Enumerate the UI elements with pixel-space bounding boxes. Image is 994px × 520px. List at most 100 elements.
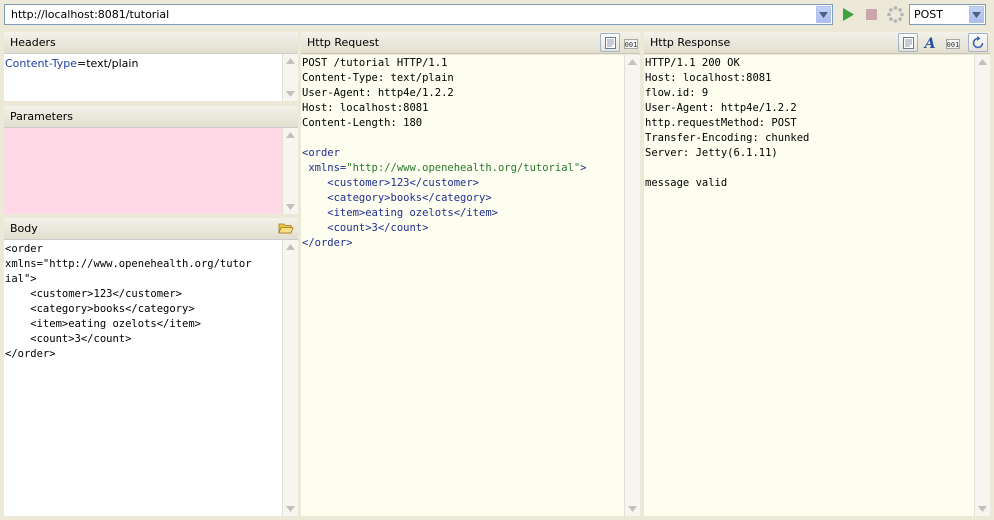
response-line: User-Agent: http4e/1.2.2 xyxy=(645,102,797,114)
headers-editor[interactable]: Content-Type=text/plain xyxy=(4,53,298,101)
xml-line: <customer>123</customer> xyxy=(302,177,480,189)
headers-panel-header: Headers xyxy=(4,32,298,54)
xml-line: <category>books</category> xyxy=(302,192,492,204)
url-combo[interactable]: http://localhost:8081/tutorial xyxy=(4,4,833,25)
xml-line: <order xyxy=(302,147,340,159)
stop-icon xyxy=(865,8,877,20)
document-icon xyxy=(604,36,616,49)
scroll-down-arrow[interactable] xyxy=(285,89,296,99)
response-panel-header: Http Response A 001 xyxy=(644,32,990,54)
body-title: Body xyxy=(10,222,38,235)
request-panel-header: Http Request 001 xyxy=(301,32,640,54)
request-raw-view-button[interactable] xyxy=(600,33,620,52)
request-hex-view-button[interactable]: 001 xyxy=(624,37,638,49)
response-font-button[interactable]: A xyxy=(922,35,938,52)
header-separator: = xyxy=(76,57,87,70)
xml-line: <item>eating ozelots</item> xyxy=(302,207,498,219)
response-text: HTTP/1.1 200 OK Host: localhost:8081 flow.… xyxy=(645,56,809,191)
response-raw-view-button[interactable] xyxy=(898,33,918,52)
body-text: <order xmlns="http://www.openehealth.org/… xyxy=(5,242,252,362)
response-title: Http Response xyxy=(650,36,731,49)
scroll-up-arrow[interactable] xyxy=(285,130,296,140)
request-headers: POST /tutorial HTTP/1.1 Content-Type: tex… xyxy=(302,56,587,131)
url-input[interactable]: http://localhost:8081/tutorial xyxy=(11,8,169,21)
method-value: POST xyxy=(914,8,943,21)
chevron-up-icon xyxy=(628,59,637,65)
body-line: ial"> xyxy=(5,273,37,285)
scroll-down-arrow[interactable] xyxy=(977,504,988,514)
dropdown-arrow-icon xyxy=(819,11,828,18)
body-line: <count>3</count> xyxy=(5,333,132,345)
headers-title: Headers xyxy=(10,36,56,49)
body-editor[interactable]: <order xmlns="http://www.openehealth.org/… xyxy=(4,239,298,516)
busy-icon xyxy=(886,5,904,23)
method-dropdown-button[interactable] xyxy=(969,6,984,23)
response-line: HTTP/1.1 200 OK xyxy=(645,57,740,69)
chevron-down-icon xyxy=(286,91,295,97)
svg-text:001: 001 xyxy=(625,41,638,49)
request-header-line: User-Agent: http4e/1.2.2 xyxy=(302,87,454,99)
body-line: <category>books</category> xyxy=(5,303,195,315)
request-scrollbar[interactable] xyxy=(624,55,640,516)
request-viewer[interactable]: POST /tutorial HTTP/1.1 Content-Type: tex… xyxy=(301,55,640,516)
scroll-down-arrow[interactable] xyxy=(285,504,296,514)
chevron-up-icon xyxy=(286,58,295,64)
response-line: message valid xyxy=(645,177,728,189)
header-key: Content-Type xyxy=(5,57,77,70)
xml-line: <count>3</count> xyxy=(302,222,429,234)
header-entry: Content-Type=text/plain xyxy=(5,56,138,71)
response-line: Transfer-Encoding: chunked xyxy=(645,132,810,144)
xml-children: <customer>123</customer> <category>books… xyxy=(302,176,587,236)
response-line: flow.id: 9 xyxy=(645,87,709,99)
refresh-icon xyxy=(972,35,984,48)
scroll-down-arrow[interactable] xyxy=(627,504,638,514)
url-dropdown-button[interactable] xyxy=(816,6,831,23)
chevron-down-icon xyxy=(978,506,987,512)
scroll-up-arrow[interactable] xyxy=(285,242,296,252)
response-line: http.requestMethod: POST xyxy=(645,117,797,129)
body-line: <order xyxy=(5,243,43,255)
chevron-down-icon xyxy=(286,204,295,210)
run-button[interactable] xyxy=(840,6,856,22)
request-text: POST /tutorial HTTP/1.1 Content-Type: tex… xyxy=(302,56,587,251)
parameters-editor[interactable] xyxy=(4,127,298,214)
scroll-down-arrow[interactable] xyxy=(285,202,296,212)
response-hex-view-button[interactable]: 001 xyxy=(946,37,960,49)
stop-button[interactable] xyxy=(863,6,879,22)
svg-text:001: 001 xyxy=(947,41,960,49)
scroll-up-arrow[interactable] xyxy=(977,57,988,67)
method-select[interactable]: POST xyxy=(909,4,986,25)
folder-open-icon xyxy=(278,223,294,234)
chevron-down-icon xyxy=(628,506,637,512)
font-icon: A xyxy=(923,36,936,52)
svg-text:A: A xyxy=(923,36,936,51)
document-icon xyxy=(902,36,914,49)
response-line: Server: Jetty(6.1.11) xyxy=(645,147,778,159)
response-scrollbar[interactable] xyxy=(974,55,990,516)
header-value: text/plain xyxy=(86,57,139,70)
body-line: xmlns="http://www.openehealth.org/tutor xyxy=(5,258,252,270)
chevron-up-icon xyxy=(286,132,295,138)
response-refresh-button[interactable] xyxy=(968,33,988,52)
headers-scrollbar[interactable] xyxy=(282,54,298,101)
busy-indicator xyxy=(886,5,904,23)
chevron-up-icon xyxy=(286,244,295,250)
body-scrollbar[interactable] xyxy=(282,240,298,516)
xml-line: </order> xyxy=(302,237,353,249)
chevron-down-icon xyxy=(286,506,295,512)
binary-icon: 001 xyxy=(624,39,638,49)
xml-line: xmlns="http://www.openehealth.org/tutori… xyxy=(308,162,587,174)
parameters-scrollbar[interactable] xyxy=(282,128,298,214)
parameters-panel-header: Parameters xyxy=(4,106,298,128)
scroll-up-arrow[interactable] xyxy=(627,57,638,67)
response-viewer[interactable]: HTTP/1.1 200 OK Host: localhost:8081 flow.… xyxy=(644,55,990,516)
binary-icon: 001 xyxy=(946,39,960,49)
response-line: Host: localhost:8081 xyxy=(645,72,772,84)
body-line: </order> xyxy=(5,348,56,360)
parameters-title: Parameters xyxy=(10,110,73,123)
scroll-up-arrow[interactable] xyxy=(285,56,296,66)
chevron-up-icon xyxy=(978,59,987,65)
response-line xyxy=(645,161,809,176)
open-file-button[interactable] xyxy=(278,221,294,235)
request-header-line: Content-Length: 180 xyxy=(302,117,423,129)
